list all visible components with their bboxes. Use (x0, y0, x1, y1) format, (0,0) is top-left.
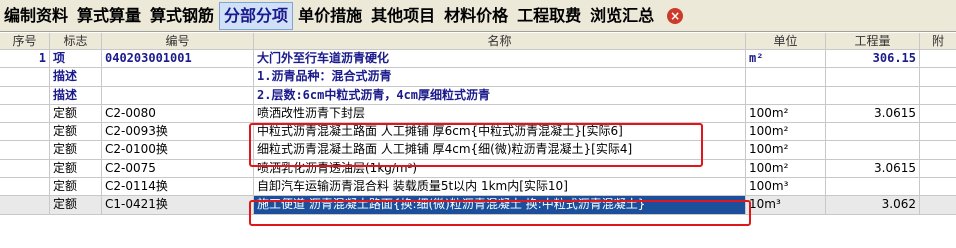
cell-code: C2-0093换 (102, 123, 254, 141)
cell-name-editing[interactable]: 施工便道 沥青混凝土路面{换:细(微)粒沥青混凝土 换:中粒式沥青混凝土} (254, 196, 746, 214)
col-header-code[interactable]: 编号 (102, 33, 254, 49)
cell-qty[interactable] (826, 178, 920, 196)
cell-name[interactable]: 喷洒乳化沥青透油层(1kg/m²) (254, 159, 746, 178)
cell-extra (920, 105, 956, 122)
cell-tag: 项 (50, 50, 102, 68)
cell-tag: 定额 (50, 141, 102, 159)
cell-extra (920, 160, 956, 177)
col-header-seq[interactable]: 序号 (0, 33, 50, 49)
cell-tag: 描述 (50, 86, 102, 104)
grid-header: 序号 标志 编号 名称 单位 工程量 附 (0, 33, 956, 50)
cell-seq (0, 159, 50, 178)
cell-qty[interactable]: 306.15 (826, 50, 920, 68)
close-icon[interactable]: × (667, 7, 684, 24)
cell-name[interactable]: 自卸汽车运输沥青混合料 装载质量5t以内 1km内[实际10] (254, 178, 746, 196)
table-row[interactable]: 1 项 040203001001 大门外至行车道沥青硬化 m² 306.15 (0, 50, 956, 69)
cell-extra (920, 141, 956, 158)
cell-extra (920, 196, 956, 213)
cell-unit: m² (746, 50, 826, 68)
cell-name[interactable]: 喷洒改性沥青下封层 (254, 104, 746, 123)
cell-tag: 描述 (50, 68, 102, 86)
cell-seq (0, 68, 50, 86)
cell-seq (0, 123, 50, 141)
tab-browse-summary[interactable]: 浏览汇总 (586, 2, 658, 30)
cell-unit: 100m² (746, 159, 826, 178)
cell-qty[interactable]: 3.0615 (826, 159, 920, 178)
tab-compile-data[interactable]: 编制资料 (0, 2, 72, 30)
tab-unit-price-measures[interactable]: 单价措施 (294, 2, 366, 30)
cell-tag: 定额 (50, 159, 102, 178)
cell-qty[interactable]: 3.062 (826, 196, 920, 214)
cell-code (102, 86, 254, 104)
cell-qty[interactable] (826, 141, 920, 159)
col-header-extra[interactable]: 附 (920, 33, 956, 49)
cell-qty (826, 68, 920, 86)
cell-code: 040203001001 (102, 50, 254, 68)
tab-project-fees[interactable]: 工程取费 (513, 2, 585, 30)
cell-seq (0, 86, 50, 104)
cell-tag: 定额 (50, 123, 102, 141)
cell-code (102, 68, 254, 86)
cell-unit: 100m³ (746, 178, 826, 196)
cell-seq: 1 (0, 50, 50, 68)
cell-unit (746, 68, 826, 86)
tab-division-items[interactable]: 分部分项 (219, 1, 294, 30)
cell-seq (0, 196, 50, 214)
tab-material-price[interactable]: 材料价格 (440, 2, 512, 30)
table-row[interactable]: 定额 C2-0100换 细粒式沥青混凝土路面 人工摊铺 厚4cm{细(微)粒沥青… (0, 141, 956, 160)
cell-code: C2-0100换 (102, 141, 254, 159)
cell-name[interactable]: 2.层数:6cm中粒式沥青，4cm厚细粒式沥青 (254, 86, 746, 104)
cell-unit: 10m³ (746, 196, 826, 214)
tab-formula-rebar[interactable]: 算式钢筋 (146, 2, 218, 30)
cell-qty[interactable] (826, 123, 920, 141)
cell-qty[interactable]: 3.0615 (826, 104, 920, 123)
module-tab-bar: 编制资料 算式算量 算式钢筋 分部分项 单价措施 其他项目 材料价格 工程取费 … (0, 0, 956, 32)
table-row[interactable]: 定额 C2-0080 喷洒改性沥青下封层 100m² 3.0615 (0, 104, 956, 124)
table-row[interactable]: 定额 C2-0114换 自卸汽车运输沥青混合料 装载质量5t以内 1km内[实际… (0, 178, 956, 197)
cell-name[interactable]: 大门外至行车道沥青硬化 (254, 50, 746, 68)
cell-seq (0, 141, 50, 159)
tab-other-items[interactable]: 其他项目 (367, 2, 439, 30)
items-grid: 序号 标志 编号 名称 单位 工程量 附 1 项 040203001001 大门… (0, 33, 956, 215)
table-row[interactable]: 描述 2.层数:6cm中粒式沥青，4cm厚细粒式沥青 (0, 86, 956, 105)
cell-extra (920, 50, 956, 67)
cell-tag: 定额 (50, 196, 102, 214)
cell-unit: 100m² (746, 141, 826, 159)
col-header-name[interactable]: 名称 (254, 33, 746, 49)
table-row[interactable]: 描述 1.沥青品种：混合式沥青 (0, 68, 956, 87)
cell-code: C2-0114换 (102, 178, 254, 196)
cell-name[interactable]: 细粒式沥青混凝土路面 人工摊铺 厚4cm{细(微)粒沥青混凝土}[实际4] (254, 141, 746, 159)
cell-extra (920, 68, 956, 85)
cell-extra (920, 87, 956, 104)
cell-name[interactable]: 1.沥青品种：混合式沥青 (254, 68, 746, 86)
cell-unit (746, 86, 826, 104)
table-row[interactable]: 定额 C2-0075 喷洒乳化沥青透油层(1kg/m²) 100m² 3.061… (0, 159, 956, 179)
cell-tag: 定额 (50, 104, 102, 123)
cell-extra (920, 178, 956, 195)
table-row-selected[interactable]: 定额 C1-0421换 施工便道 沥青混凝土路面{换:细(微)粒沥青混凝土 换:… (0, 196, 956, 215)
table-row[interactable]: 定额 C2-0093换 中粒式沥青混凝土路面 人工摊铺 厚6cm{中粒式沥青混凝… (0, 123, 956, 142)
col-header-unit[interactable]: 单位 (746, 33, 826, 49)
cell-tag: 定额 (50, 178, 102, 196)
cell-code: C2-0080 (102, 104, 254, 123)
cell-name[interactable]: 中粒式沥青混凝土路面 人工摊铺 厚6cm{中粒式沥青混凝土}[实际6] (254, 123, 746, 141)
cell-qty (826, 86, 920, 104)
cell-unit: 100m² (746, 123, 826, 141)
cell-seq (0, 104, 50, 123)
cell-extra (920, 123, 956, 140)
tab-formula-quantity[interactable]: 算式算量 (73, 2, 145, 30)
cell-seq (0, 178, 50, 196)
cell-unit: 100m² (746, 104, 826, 123)
cell-code: C1-0421换 (102, 196, 254, 214)
cell-code: C2-0075 (102, 159, 254, 178)
col-header-tag[interactable]: 标志 (50, 33, 102, 49)
col-header-qty[interactable]: 工程量 (826, 33, 920, 49)
